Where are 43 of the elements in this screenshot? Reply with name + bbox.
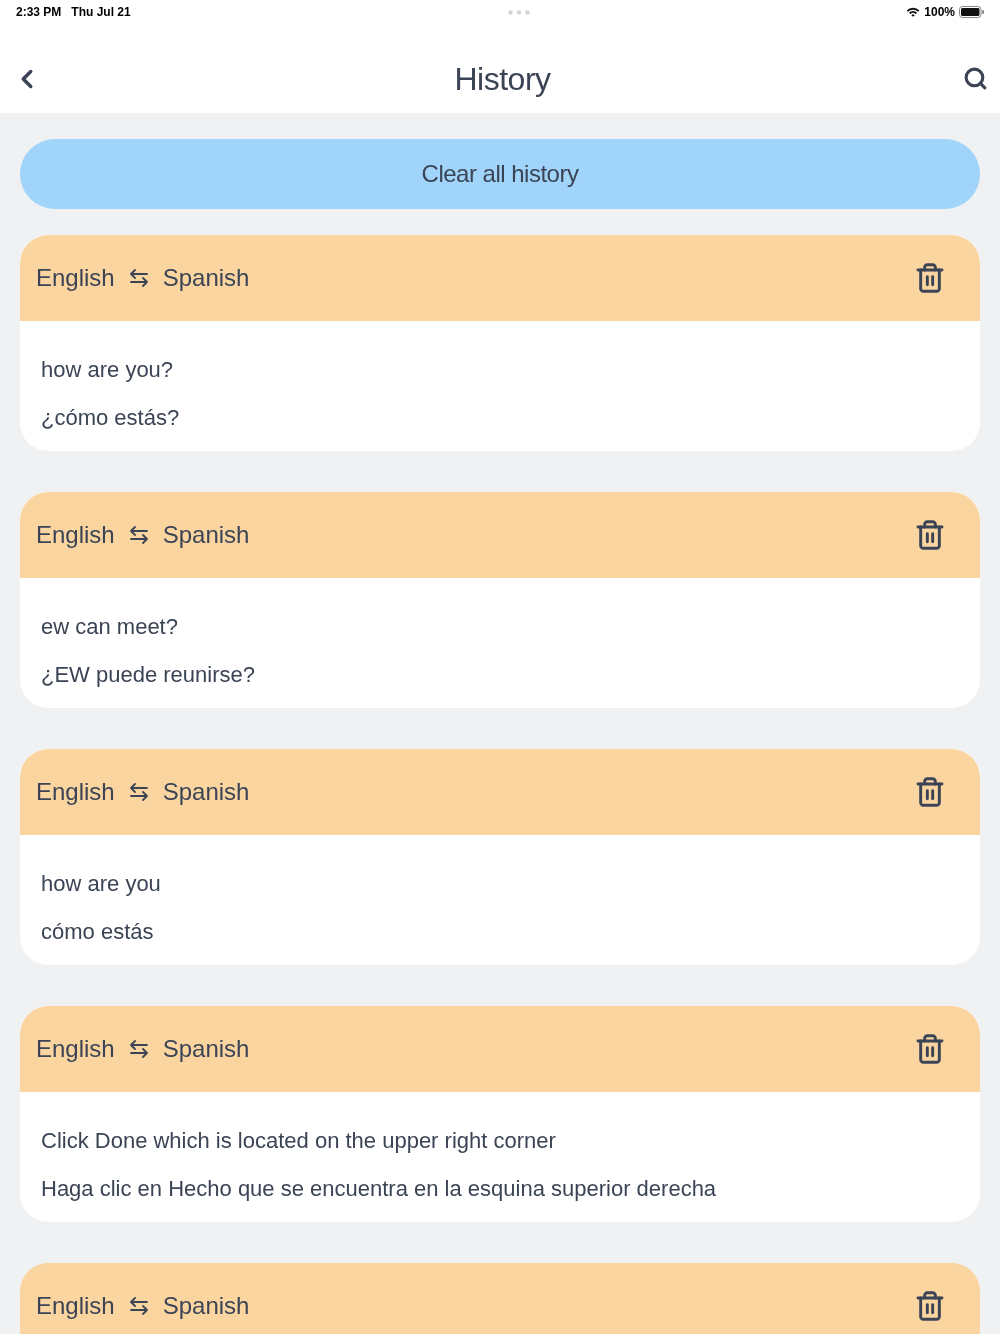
source-language: English bbox=[36, 523, 115, 547]
delete-button[interactable] bbox=[914, 519, 946, 551]
source-language: English bbox=[36, 1294, 115, 1318]
swap-arrows-icon bbox=[128, 526, 149, 544]
target-language: Spanish bbox=[162, 266, 250, 290]
status-date: Thu Jul 21 bbox=[71, 4, 131, 21]
delete-button[interactable] bbox=[914, 262, 946, 294]
target-language: Spanish bbox=[162, 1037, 250, 1061]
translated-text: cómo estás bbox=[41, 918, 155, 946]
source-language: English bbox=[36, 1037, 115, 1061]
multitask-dots-icon bbox=[507, 9, 530, 15]
target-language: Spanish bbox=[162, 780, 250, 804]
battery-icon bbox=[959, 6, 984, 18]
swap-arrows-icon bbox=[128, 269, 149, 287]
source-language: English bbox=[36, 780, 115, 804]
delete-button[interactable] bbox=[914, 776, 946, 808]
wifi-icon bbox=[906, 7, 921, 17]
trash-icon bbox=[914, 1033, 946, 1065]
translated-text: ¿cómo estás? bbox=[41, 404, 181, 432]
trash-icon bbox=[914, 1290, 946, 1322]
swap-arrows-icon bbox=[128, 1297, 149, 1315]
translated-text: Haga clic en Hecho que se encuentra en la esquina superior derecha bbox=[41, 1175, 718, 1203]
swap-arrows-icon bbox=[128, 1040, 149, 1058]
search-icon bbox=[963, 66, 988, 91]
page-title: History bbox=[454, 62, 551, 95]
source-text: how are you? bbox=[41, 356, 175, 384]
search-button[interactable] bbox=[963, 66, 988, 91]
status-time: 2:33 PM bbox=[16, 4, 62, 21]
battery-percent: 100% bbox=[924, 4, 955, 21]
source-language: English bbox=[36, 266, 115, 290]
target-language: Spanish bbox=[162, 1294, 250, 1318]
source-text: Click Done which is located on the upper right corner bbox=[41, 1127, 557, 1155]
source-text: ew can meet? bbox=[41, 613, 179, 641]
target-language: Spanish bbox=[162, 523, 250, 547]
translated-text: ¿EW puede reunirse? bbox=[41, 661, 256, 689]
delete-button[interactable] bbox=[914, 1290, 946, 1322]
clear-history-button[interactable]: Clear all history bbox=[20, 139, 980, 209]
trash-icon bbox=[914, 262, 946, 294]
source-text: how are you bbox=[41, 870, 162, 898]
swap-arrows-icon bbox=[128, 783, 149, 801]
trash-icon bbox=[914, 776, 946, 808]
trash-icon bbox=[914, 519, 946, 551]
delete-button[interactable] bbox=[914, 1033, 946, 1065]
